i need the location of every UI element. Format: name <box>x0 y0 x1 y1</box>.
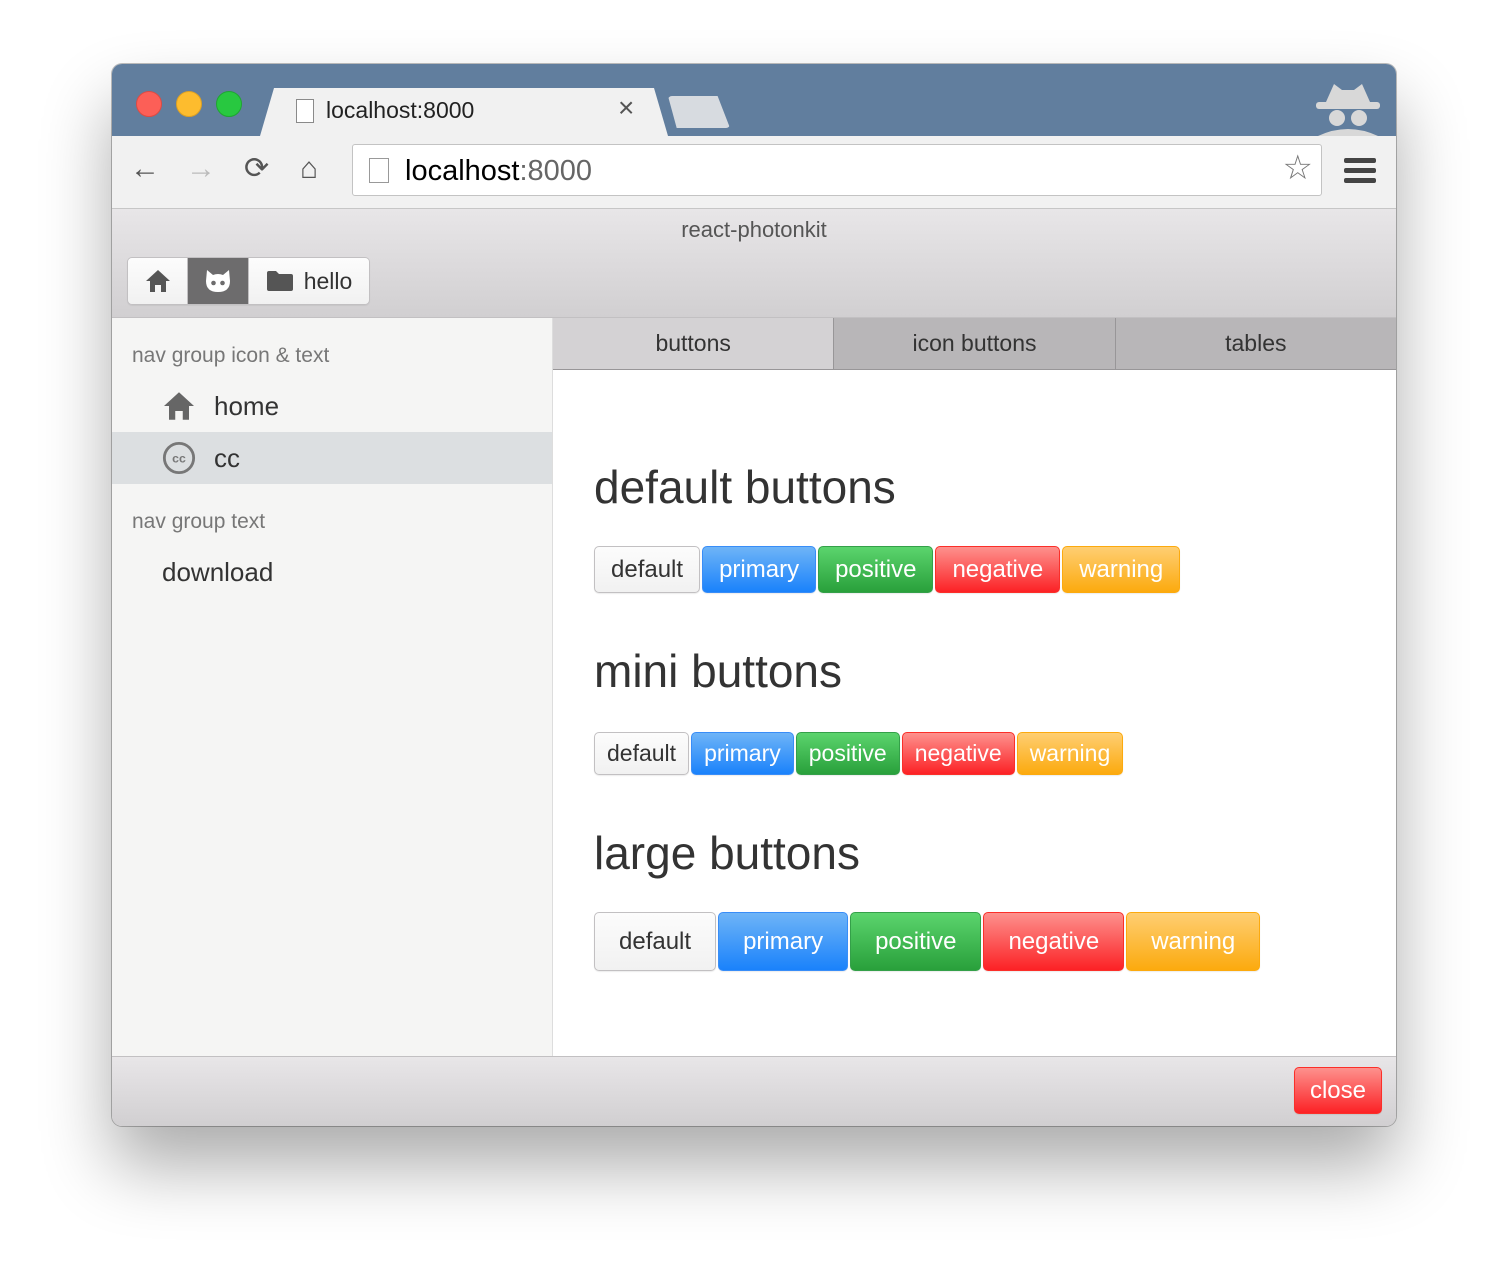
github-icon <box>206 270 230 292</box>
main-content: buttons icon buttons tables default butt… <box>553 318 1396 1056</box>
primary-button[interactable]: primary <box>702 546 817 593</box>
header-home-button[interactable] <box>128 258 188 304</box>
large-warning-button[interactable]: warning <box>1126 912 1261 971</box>
browser-tab-close-icon[interactable]: × <box>618 94 634 122</box>
sidebar-item-cc[interactable]: cc cc <box>112 432 552 484</box>
cc-icon: cc <box>162 440 196 476</box>
nav-group-title: nav group text <box>132 510 266 533</box>
app-footer: close <box>112 1056 1396 1126</box>
window-maximize-button[interactable] <box>216 91 242 117</box>
new-tab-button[interactable] <box>668 96 730 128</box>
forward-arrow-icon[interactable]: → <box>186 154 216 184</box>
url-host: localhost <box>405 155 520 187</box>
sidebar-item-download[interactable]: download <box>112 546 552 598</box>
sidebar-item-label: cc <box>214 442 240 473</box>
header-github-button[interactable] <box>188 258 249 304</box>
mini-default-button[interactable]: default <box>594 732 690 775</box>
warning-button[interactable]: warning <box>1062 546 1181 593</box>
app-title: react-photonkit <box>681 217 827 242</box>
tab-tables[interactable]: tables <box>1114 318 1396 369</box>
mini-primary-button[interactable]: primary <box>691 732 794 775</box>
default-button[interactable]: default <box>594 546 701 593</box>
large-positive-button[interactable]: positive <box>850 912 982 971</box>
home-icon[interactable]: ⌂ <box>300 154 318 184</box>
mini-negative-button[interactable]: negative <box>901 732 1015 775</box>
large-primary-button[interactable]: primary <box>718 912 849 971</box>
back-arrow-icon[interactable]: ← <box>130 154 160 184</box>
page-icon <box>369 158 389 183</box>
sidebar-item-home[interactable]: home <box>112 380 552 432</box>
app-header: react-photonkit hello <box>112 209 1396 318</box>
browser-window: localhost:8000 × ← → ⟳ ⌂ localhost:8000 … <box>112 64 1396 1126</box>
address-url: localhost:8000 <box>405 155 592 188</box>
browser-toolbar: ← → ⟳ ⌂ localhost:8000 ☆ <box>112 136 1396 209</box>
large-negative-button[interactable]: negative <box>983 912 1125 971</box>
default-buttons-row: default primary positive negative warnin… <box>594 546 1181 593</box>
section-heading-default-buttons: default buttons <box>594 461 896 513</box>
mini-buttons-row: default primary positive negative warnin… <box>594 732 1124 775</box>
tab-icon-buttons[interactable]: icon buttons <box>833 318 1115 369</box>
window-minimize-button[interactable] <box>176 91 202 117</box>
sidebar-item-label: home <box>214 390 280 421</box>
large-buttons-row: default primary positive negative warnin… <box>594 912 1261 971</box>
tab-buttons[interactable]: buttons <box>553 318 834 369</box>
window-close-button[interactable] <box>136 91 162 117</box>
header-hello-button[interactable]: hello <box>249 258 369 304</box>
folder-icon <box>266 271 293 291</box>
sidebar-item-label: download <box>162 556 274 587</box>
header-button-group: hello <box>127 257 370 305</box>
url-port: :8000 <box>519 155 593 187</box>
close-button[interactable]: close <box>1293 1067 1382 1114</box>
star-icon[interactable]: ☆ <box>1283 151 1313 185</box>
mini-positive-button[interactable]: positive <box>795 732 900 775</box>
section-heading-large-buttons: large buttons <box>594 827 860 879</box>
mini-warning-button[interactable]: warning <box>1016 732 1124 775</box>
large-default-button[interactable]: default <box>594 912 717 971</box>
negative-button[interactable]: negative <box>935 546 1061 593</box>
home-icon <box>145 270 170 292</box>
incognito-icon <box>1316 84 1380 136</box>
browser-tab-title: localhost:8000 <box>326 97 475 123</box>
nav-group-title: nav group icon & text <box>132 344 330 367</box>
tab-group: buttons icon buttons tables <box>553 318 1396 370</box>
page-icon <box>296 99 314 123</box>
section-heading-mini-buttons: mini buttons <box>594 645 843 697</box>
hamburger-menu-icon[interactable] <box>1344 158 1376 188</box>
svg-text:cc: cc <box>172 452 186 466</box>
sidebar: nav group icon & text home cc cc nav gro… <box>112 318 553 1056</box>
header-hello-label: hello <box>303 267 353 294</box>
home-icon <box>162 391 196 421</box>
tab-strip: localhost:8000 × <box>112 64 1396 136</box>
address-bar[interactable]: localhost:8000 ☆ <box>352 144 1322 196</box>
positive-button[interactable]: positive <box>818 546 934 593</box>
reload-icon[interactable]: ⟳ <box>244 154 269 184</box>
